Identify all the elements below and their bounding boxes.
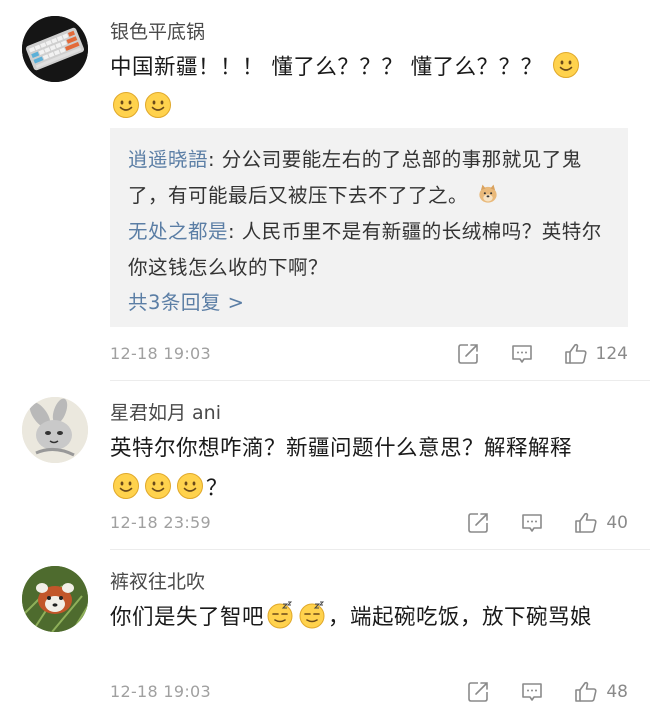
comment-actions: 48 bbox=[466, 679, 628, 705]
smile-emoji-icon bbox=[176, 472, 204, 500]
red-panda-avatar[interactable] bbox=[22, 566, 88, 632]
comment-icon[interactable] bbox=[520, 511, 544, 535]
comment-text: 中国新疆！！！ 懂了么？？？ 懂了么？？？ bbox=[110, 48, 626, 128]
share-icon[interactable] bbox=[466, 511, 490, 535]
doge-emoji-icon bbox=[477, 183, 499, 205]
comment-actions: 124 bbox=[456, 341, 628, 367]
comment-icon[interactable] bbox=[510, 342, 534, 366]
comment-text-content: 英特尔你想咋滴？新疆问题什么意思？解释解释 bbox=[110, 436, 573, 461]
like-count[interactable]: 48 bbox=[606, 682, 628, 702]
comment-text: 你们是失了智吧 ，端起碗吃饭，放下碗骂娘 bbox=[110, 598, 626, 638]
smile-emoji-icon bbox=[112, 91, 140, 119]
reply-username[interactable]: 逍遥晓語 bbox=[128, 148, 208, 171]
share-icon[interactable] bbox=[456, 342, 480, 366]
like-icon[interactable] bbox=[564, 342, 588, 366]
smile-emoji-icon bbox=[144, 472, 172, 500]
smile-emoji-icon bbox=[144, 91, 172, 119]
comment-item: 星君如月 ani 英特尔你想咋滴？新疆问题什么意思？解释解释 ？ 12-18 2… bbox=[0, 381, 650, 550]
reply-separator: : bbox=[208, 148, 222, 171]
comment-icon[interactable] bbox=[520, 680, 544, 704]
smile-emoji-icon bbox=[552, 51, 580, 79]
more-replies-link[interactable]: 共3条回复 > bbox=[128, 286, 610, 320]
sleepy-emoji-icon bbox=[266, 601, 294, 629]
like-icon[interactable] bbox=[574, 511, 598, 535]
reply-item: 无处之都是: 人民币里不是有新疆的长绒棉吗？英特尔你这钱怎么收的下啊？ bbox=[128, 214, 610, 286]
comment-text-trail: ？ bbox=[206, 476, 229, 501]
comment-text: 英特尔你想咋滴？新疆问题什么意思？解释解释 ？ bbox=[110, 429, 626, 509]
like-count[interactable]: 40 bbox=[606, 513, 628, 533]
share-icon[interactable] bbox=[466, 680, 490, 704]
like-icon[interactable] bbox=[574, 680, 598, 704]
keyboard-avatar[interactable] bbox=[22, 16, 88, 82]
comment-username[interactable]: 裤衩往北吹 bbox=[110, 569, 205, 595]
reply-username[interactable]: 无处之都是 bbox=[128, 220, 228, 243]
like-count[interactable]: 124 bbox=[596, 344, 628, 364]
reply-separator: : bbox=[228, 220, 242, 243]
rabbit-avatar[interactable] bbox=[22, 397, 88, 463]
comment-text-content-2: ，端起碗吃饭，放下碗骂娘 bbox=[328, 605, 593, 630]
comment-actions: 40 bbox=[466, 510, 628, 536]
comment-username[interactable]: 星君如月 ani bbox=[110, 400, 221, 426]
sleepy-emoji-icon bbox=[298, 601, 326, 629]
comment-timestamp: 12-18 23:59 bbox=[110, 513, 211, 532]
comment-timestamp: 12-18 19:03 bbox=[110, 682, 211, 701]
comment-text-content: 中国新疆！！！ 懂了么？？？ 懂了么？？？ bbox=[110, 55, 543, 80]
reply-item: 逍遥晓語: 分公司要能左右的了总部的事那就见了鬼了，有可能最后又被压下去不了了之… bbox=[128, 142, 610, 214]
comment-text-content: 你们是失了智吧 bbox=[110, 605, 265, 630]
smile-emoji-icon bbox=[112, 472, 140, 500]
comment-username[interactable]: 银色平底锅 bbox=[110, 19, 205, 45]
comment-item: 裤衩往北吹 你们是失了智吧 ，端起碗吃饭，放下碗骂娘 12-18 19:03 48 bbox=[0, 550, 650, 714]
comment-item: 银色平底锅 中国新疆！！！ 懂了么？？？ 懂了么？？？ 逍遥晓語: 分公司要能左… bbox=[0, 0, 650, 381]
comment-timestamp: 12-18 19:03 bbox=[110, 344, 211, 363]
reply-preview-box[interactable]: 逍遥晓語: 分公司要能左右的了总部的事那就见了鬼了，有可能最后又被压下去不了了之… bbox=[110, 128, 628, 327]
